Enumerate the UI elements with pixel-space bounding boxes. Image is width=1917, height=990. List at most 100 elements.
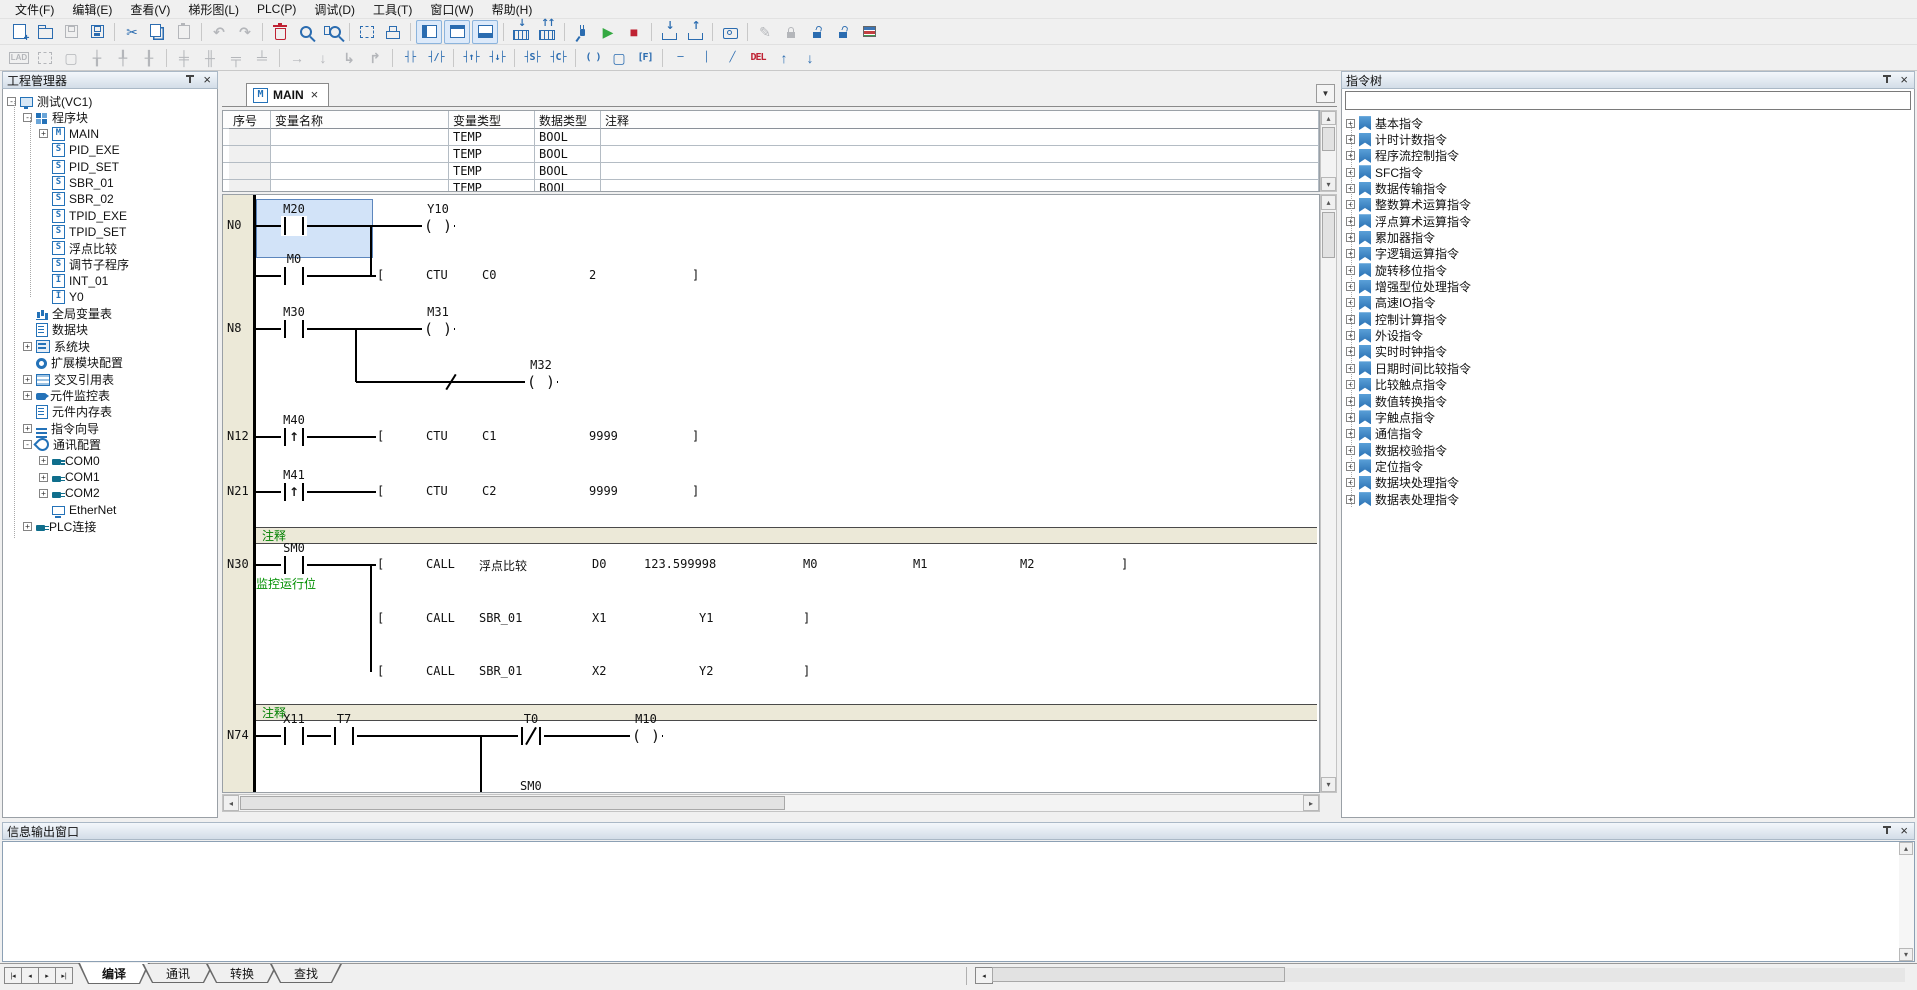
output-nav-1[interactable]: ◂ — [21, 967, 39, 984]
unlock-download-button[interactable] — [831, 21, 855, 43]
contact-sm0[interactable] — [281, 555, 307, 575]
instruction-operand[interactable]: [ — [376, 664, 385, 678]
scroll-up-icon[interactable]: ▴ — [1321, 111, 1336, 125]
ladder-horizontal-scrollbar[interactable]: ◂ ▸ — [222, 794, 1320, 812]
cell[interactable]: BOOL — [535, 180, 601, 192]
view-instruction-panel-button[interactable] — [444, 20, 470, 44]
contact-m0[interactable] — [281, 266, 307, 286]
wire-corner-up-button[interactable]: ↱ — [363, 47, 387, 69]
output-tab-convert[interactable]: 转换 — [206, 964, 278, 983]
paste-button[interactable] — [172, 21, 196, 43]
scroll-right-icon[interactable]: ▸ — [1303, 795, 1319, 811]
contact-t0[interactable] — [518, 726, 544, 746]
menu-item-help[interactable]: 帮助(H) — [483, 0, 542, 20]
output-scrollbar[interactable]: ▴ ▾ — [1899, 842, 1914, 961]
project-item-element-memory-table[interactable]: 元件内存表 — [3, 404, 217, 420]
instruction-item-real-time-clock[interactable]: +实时时钟指令 — [1342, 344, 1914, 360]
edit-mode-button[interactable]: ✎ — [753, 21, 777, 43]
contact-set-button[interactable]: ┤S├ — [520, 47, 544, 69]
upload-program-button[interactable] — [683, 21, 707, 43]
delete-node-button[interactable]: ╀ — [111, 47, 135, 69]
output-tab-compile[interactable]: 编译 — [78, 963, 150, 984]
instruction-item-numeric-convert[interactable]: +数值转换指令 — [1342, 393, 1914, 409]
scrollbar-thumb[interactable] — [992, 967, 1285, 982]
close-icon[interactable]: × — [201, 75, 213, 85]
cell[interactable]: BOOL — [535, 163, 601, 180]
cell[interactable] — [271, 146, 449, 163]
insert-row-button[interactable]: ╪ — [172, 47, 196, 69]
window-list-dropdown[interactable]: ▼ — [1316, 84, 1335, 103]
project-item-adjust-subroutine[interactable]: S调节子程序 — [3, 256, 217, 272]
project-item-tpid-set[interactable]: STPID_SET — [3, 224, 217, 240]
instruction-item-high-speed-io[interactable]: +高速IO指令 — [1342, 295, 1914, 311]
tab-close-icon[interactable]: × — [309, 90, 321, 100]
cell[interactable] — [229, 163, 271, 180]
instruction-item-data-table-process[interactable]: +数据表处理指令 — [1342, 491, 1914, 507]
cell[interactable]: TEMP — [449, 163, 535, 180]
draw-box-button[interactable]: ▢ — [59, 47, 83, 69]
instruction-operand[interactable]: M2 — [1019, 557, 1035, 571]
instruction-operand[interactable]: SBR_01 — [478, 664, 523, 678]
instruction-operand[interactable]: X1 — [591, 611, 607, 625]
instruction-operand[interactable]: CALL — [425, 664, 456, 678]
instruction-item-program-flow[interactable]: +程序流控制指令 — [1342, 148, 1914, 164]
scroll-down-icon[interactable]: ▾ — [1321, 177, 1336, 191]
menu-item-window[interactable]: 窗口(W) — [421, 0, 482, 20]
view-project-panel-button[interactable] — [416, 20, 442, 44]
close-icon[interactable]: × — [1898, 75, 1910, 85]
project-item-expansion-module-config[interactable]: 扩展模块配置 — [3, 355, 217, 371]
find-in-project-button[interactable] — [320, 21, 344, 43]
instruction-item-timer-counter[interactable]: +计时计数指令 — [1342, 131, 1914, 147]
unlock-upload-button[interactable] — [805, 21, 829, 43]
project-item-element-monitor-table[interactable]: +元件监控表 — [3, 387, 217, 403]
contact-m30[interactable] — [281, 319, 307, 339]
instruction-operand[interactable]: ] — [802, 611, 811, 625]
wire-right-button[interactable]: → — [285, 47, 309, 69]
delete-line-button[interactable]: ╱ — [720, 47, 744, 69]
project-item-sbr-02[interactable]: SSBR_02 — [3, 191, 217, 207]
instruction-item-sfc[interactable]: +SFC指令 — [1342, 164, 1914, 180]
select-cell-button[interactable] — [33, 47, 57, 69]
lock-program-button[interactable] — [779, 21, 803, 43]
project-item-data-block[interactable]: 数据块 — [3, 322, 217, 338]
cell[interactable] — [601, 146, 1319, 163]
menu-item-view[interactable]: 查看(V) — [121, 0, 179, 20]
contact-m40[interactable]: ↑ — [281, 427, 307, 447]
instruction-operand[interactable]: ] — [691, 268, 700, 282]
project-item-global-var-table[interactable]: 全局变量表 — [3, 305, 217, 321]
cut-button[interactable]: ✂ — [120, 21, 144, 43]
menu-item-plc[interactable]: PLC(P) — [248, 0, 305, 18]
menu-item-debug[interactable]: 调试(D) — [305, 0, 364, 20]
menu-item-file[interactable]: 文件(F) — [6, 0, 63, 20]
instruction-operand[interactable]: CALL — [425, 611, 456, 625]
redo-button[interactable]: ↷ — [233, 21, 257, 43]
instruction-operand[interactable]: CTU — [425, 429, 449, 443]
delete-element-button[interactable]: DEL — [746, 47, 770, 69]
instruction-operand[interactable]: C0 — [481, 268, 497, 282]
instruction-operand[interactable]: [ — [376, 557, 385, 571]
instruction-operand[interactable]: Y1 — [698, 611, 714, 625]
instruction-operand[interactable]: M1 — [912, 557, 928, 571]
instruction-item-data-transfer[interactable]: +数据传输指令 — [1342, 180, 1914, 196]
pin-icon[interactable] — [186, 75, 195, 85]
instruction-item-communication[interactable]: +通信指令 — [1342, 426, 1914, 442]
run-plc-button[interactable]: ▶ — [596, 21, 620, 43]
move-up-button[interactable]: ↑ — [772, 47, 796, 69]
output-nav-0[interactable]: |◂ — [4, 967, 22, 984]
instruction-operand[interactable]: [ — [376, 429, 385, 443]
scroll-down-icon[interactable]: ▾ — [1899, 948, 1913, 961]
coil-y10[interactable] — [422, 216, 454, 236]
view-output-panel-button[interactable] — [472, 20, 498, 44]
select-block-button[interactable] — [355, 21, 379, 43]
coil-m10[interactable] — [630, 726, 662, 746]
project-item-comm-config[interactable]: -通讯配置 — [3, 436, 217, 452]
instruction-item-integer-math[interactable]: +整数算术运算指令 — [1342, 197, 1914, 213]
instruction-search-input[interactable] — [1345, 91, 1911, 110]
instruction-operand[interactable]: ] — [1120, 557, 1129, 571]
output-nav-2[interactable]: ▸ — [38, 967, 56, 984]
menu-item-tool[interactable]: 工具(T) — [364, 0, 421, 20]
insert-node-button[interactable]: ╁ — [85, 47, 109, 69]
instruction-operand[interactable]: CTU — [425, 268, 449, 282]
project-item-com0[interactable]: +COM0 — [3, 453, 217, 469]
instruction-item-enhanced-bit[interactable]: +增强型位处理指令 — [1342, 278, 1914, 294]
